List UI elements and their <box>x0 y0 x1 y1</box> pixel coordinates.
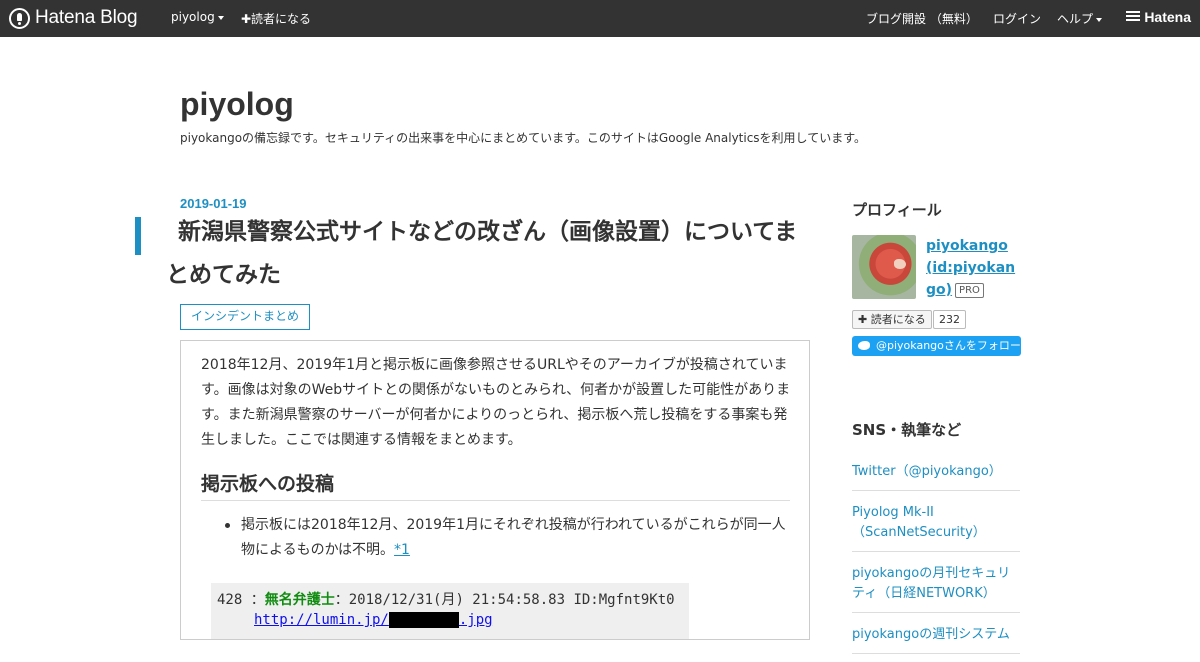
bullet-list: 掲示板には2018年12月、2019年1月にそれぞれ投稿が行われているがこれらが… <box>221 513 791 563</box>
entry-title[interactable]: 新潟県警察公式サイトなどの改ざん（画像設置）についてまとめてみた <box>166 211 806 297</box>
subscriber-count: 232 <box>933 310 966 329</box>
list-item: 掲示板には2018年12月、2019年1月にそれぞれ投稿が行われているがこれらが… <box>221 513 791 563</box>
redaction-block <box>388 612 459 628</box>
help-label: ヘルプ <box>1057 12 1094 26</box>
twitter-bird-icon <box>858 340 870 350</box>
post-meta: ：2018/12/31(月) 21:54:58.83 ID:Mgfnt9Kt0 <box>334 592 675 608</box>
profile-heading: プロフィール <box>852 201 942 219</box>
post-separator: ： <box>250 592 265 608</box>
subscribe-link[interactable]: ✚読者になる <box>241 10 311 27</box>
section-heading: 掲示板への投稿 <box>201 469 790 501</box>
entry-title-accent <box>135 217 141 255</box>
post-number: 428 <box>217 592 243 608</box>
hatena-blog-logo[interactable]: Hatena Blog <box>9 7 138 29</box>
entry-content: 2018年12月、2019年1月と掲示板に画像参照させるURLやそのアーカイブが… <box>180 340 810 640</box>
blog-menu-label: piyolog <box>171 10 215 24</box>
pro-badge: PRO <box>955 282 984 298</box>
hatena-blog-logo-text: Hatena Blog <box>35 7 138 28</box>
blog-description: piyokangoの備忘録です。セキュリティの出来事を中心にまとめています。この… <box>180 131 866 145</box>
hatena-blog-logo-icon <box>9 7 30 29</box>
board-post-screenshot: 428 ：無名弁護士：2018/12/31(月) 21:54:58.83 ID:… <box>211 583 689 639</box>
twitter-follow-label: @piyokangoさんをフォロー <box>876 339 1021 352</box>
help-dropdown[interactable]: ヘルプ <box>1057 10 1103 27</box>
bullet-text: 掲示板には2018年12月、2019年1月にそれぞれ投稿が行われているがこれらが… <box>241 517 786 558</box>
hatena-brand-link[interactable]: Hatena <box>1126 9 1191 25</box>
sns-link[interactable]: piyokangoの週刊システム <box>852 621 1020 654</box>
sns-link-list: Twitter（@piyokango） Piyolog Mk-II（ScanNe… <box>852 458 1020 662</box>
entry-date[interactable]: 2019-01-19 <box>180 196 247 211</box>
sns-link[interactable]: Twitter（@piyokango） <box>852 458 1020 491</box>
post-header: 428 ：無名弁護士：2018/12/31(月) 21:54:58.83 ID:… <box>217 589 675 609</box>
subscribe-button[interactable]: ✚ 読者になる <box>852 310 932 329</box>
avatar[interactable] <box>852 235 916 299</box>
sns-link[interactable]: piyokangoの月刊セキュリティ（日経NETWORK） <box>852 560 1020 613</box>
twitter-follow-button[interactable]: @piyokangoさんをフォロー <box>852 336 1021 356</box>
login-label: ログイン <box>993 12 1042 26</box>
sns-heading: SNS・執筆など <box>852 421 962 439</box>
open-blog-label: ブログ開設 （無料） <box>866 12 978 26</box>
caret-down-icon <box>1096 17 1103 22</box>
hatena-brand-icon <box>1126 11 1141 23</box>
caret-down-icon <box>217 15 224 20</box>
post-link-suffix: .jpg <box>458 612 493 628</box>
blog-title[interactable]: piyolog <box>180 86 294 123</box>
category-label[interactable]: インシデントまとめ <box>180 304 311 330</box>
blog-menu-dropdown[interactable]: piyolog <box>171 10 224 24</box>
subscribe-label: ✚読者になる <box>241 12 312 26</box>
open-blog-link[interactable]: ブログ開設 （無料） <box>866 10 978 27</box>
post-link: http://lumin.jp/ .jpg <box>254 612 493 628</box>
sns-link[interactable]: Piyolog Mk-II（ScanNetSecurity） <box>852 499 1020 552</box>
entry-intro: 2018年12月、2019年1月と掲示板に画像参照させるURLやそのアーカイブが… <box>201 357 791 448</box>
post-link-prefix: http://lumin.jp/ <box>254 612 389 628</box>
profile-name-link[interactable]: piyokango (id:piyokango) PRO <box>926 235 1018 301</box>
post-author: 無名弁護士 <box>264 592 335 608</box>
login-link[interactable]: ログイン <box>993 10 1041 27</box>
hatena-brand-label: Hatena <box>1144 9 1191 25</box>
global-header: Hatena Blog piyolog ✚読者になる ブログ開設 （無料） ログ… <box>0 0 1200 37</box>
footnote-link[interactable]: *1 <box>394 542 410 558</box>
